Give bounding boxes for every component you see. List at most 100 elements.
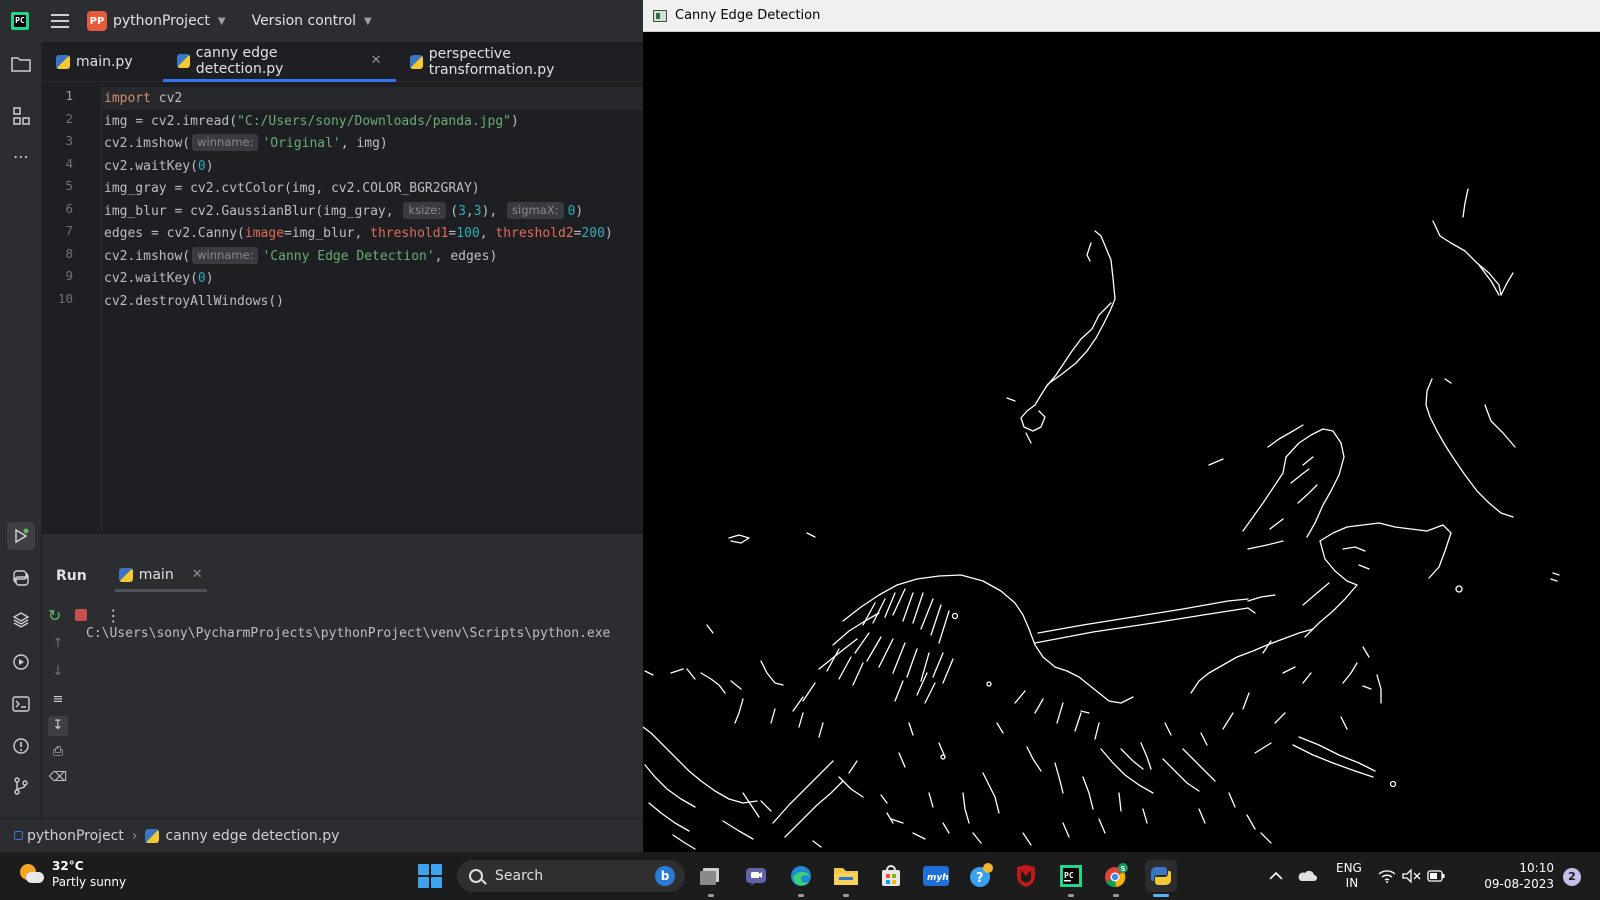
print-icon[interactable]: ⎙	[48, 742, 68, 762]
main-menu-icon[interactable]	[51, 14, 69, 28]
line-number: 3	[65, 133, 73, 148]
system-clock[interactable]: 10:10 09-08-2023	[1470, 860, 1554, 892]
file-explorer-icon[interactable]	[830, 860, 862, 897]
arrow-up-icon[interactable]: ↑	[48, 634, 68, 654]
code-line: cv2.imshow(winname: 'Original', img)	[104, 132, 388, 155]
project-name[interactable]: pythonProject	[113, 13, 210, 29]
volume-muted-icon[interactable]	[1402, 852, 1422, 900]
more-icon[interactable]: ⋮	[105, 606, 121, 625]
more-tools-icon[interactable]: ⋯	[9, 144, 33, 168]
pycharm-taskbar-icon[interactable]: PC	[1055, 860, 1087, 897]
code-editor[interactable]: 1 2 3 4 5 6 7 8 9 10 import cv2 img = cv…	[42, 83, 643, 533]
python-console-icon[interactable]	[9, 566, 33, 590]
layers-icon[interactable]	[9, 608, 33, 632]
problems-icon[interactable]	[9, 734, 33, 758]
breadcrumb-project[interactable]: pythonProject	[27, 828, 124, 844]
git-icon[interactable]	[9, 774, 33, 798]
chevron-down-icon[interactable]: ▼	[364, 16, 372, 27]
code-text: img = cv2.imread(	[104, 114, 238, 129]
current-line-highlight	[102, 87, 643, 110]
tab-perspective-transformation[interactable]: perspective transformation.py	[396, 42, 643, 82]
code-text: )	[205, 271, 214, 286]
terminal-icon[interactable]	[9, 692, 33, 716]
code-text: ),	[481, 204, 506, 219]
line-number: 2	[65, 111, 73, 126]
scroll-to-end-icon[interactable]: ↧	[48, 716, 68, 736]
console-output[interactable]: C:\Users\sony\PycharmProjects\pythonProj…	[86, 626, 610, 641]
code-text: ,	[465, 204, 474, 219]
string-literal: 'Canny Edge Detection'	[262, 249, 435, 264]
keyword-argument: image	[244, 226, 285, 241]
run-icon[interactable]	[7, 522, 35, 550]
python-app-icon[interactable]	[1145, 860, 1177, 897]
window-icon	[653, 9, 667, 22]
code-text: ,	[479, 226, 496, 241]
search-icon	[469, 869, 483, 883]
parameter-hint: winname:	[192, 134, 259, 151]
wifi-icon[interactable]	[1378, 852, 1396, 900]
code-text: cv2.imshow(	[104, 136, 191, 151]
opencv-window: Canny Edge Detection	[643, 0, 1600, 852]
ide-titlebar: PC PP pythonProject ▼ Version control ▼	[0, 0, 643, 42]
trash-icon[interactable]: ⌫	[48, 768, 68, 788]
onedrive-icon[interactable]	[1297, 852, 1317, 900]
breadcrumb-separator-icon: ›	[131, 827, 138, 844]
close-icon[interactable]: ✕	[192, 567, 203, 582]
code-text: edges = cv2.Canny(	[104, 226, 245, 241]
python-file-icon	[56, 55, 70, 69]
line-number: 1	[65, 88, 73, 103]
taskbar: 32°C Partly sunny Search b myh ? PC S EN…	[0, 852, 1600, 900]
show-hidden-icons[interactable]	[1268, 852, 1284, 900]
breadcrumb-file[interactable]: canny edge detection.py	[165, 828, 339, 844]
code-text: (	[450, 204, 459, 219]
microsoft-store-icon[interactable]	[875, 860, 907, 892]
version-control-menu[interactable]: Version control	[252, 13, 356, 29]
line-number: 9	[65, 268, 73, 283]
code-text: )	[205, 159, 214, 174]
run-side-toolbar: ↑ ↓ ≡ ↧ ⎙ ⌫	[42, 630, 74, 819]
line-number: 6	[65, 201, 73, 216]
windows-start-icon[interactable]	[418, 864, 442, 888]
code-line: import cv2	[104, 87, 182, 110]
close-icon[interactable]: ✕	[371, 53, 382, 68]
services-icon[interactable]	[9, 650, 33, 674]
run-panel-title: Run	[56, 568, 87, 584]
battery-icon[interactable]	[1427, 852, 1445, 900]
opencv-window-title: Canny Edge Detection	[675, 8, 821, 23]
chevron-down-icon[interactable]: ▼	[218, 16, 226, 27]
taskbar-search[interactable]: Search b	[457, 860, 685, 892]
code-line: cv2.waitKey(0)	[104, 155, 214, 178]
editor-tabs: main.py canny edge detection.py ✕ perspe…	[42, 42, 643, 82]
folder-icon[interactable]	[9, 52, 33, 76]
arrow-down-icon[interactable]: ↓	[48, 662, 68, 682]
help-icon[interactable]: ?	[965, 860, 997, 892]
mcafee-icon[interactable]	[1010, 860, 1042, 892]
teams-chat-icon[interactable]	[740, 860, 772, 892]
myhp-icon[interactable]: myhp	[920, 860, 952, 892]
opencv-window-titlebar[interactable]: Canny Edge Detection	[643, 0, 1600, 32]
edge-browser-icon[interactable]	[785, 860, 817, 897]
keyword-argument: threshold2	[495, 226, 574, 241]
search-label: Search	[495, 868, 544, 884]
weather-widget[interactable]: 32°C Partly sunny	[18, 858, 126, 890]
pycharm-logo-icon[interactable]: PC	[11, 12, 29, 30]
soft-wrap-icon[interactable]: ≡	[48, 690, 68, 710]
python-file-icon	[176, 53, 190, 68]
svg-text:myhp: myhp	[927, 873, 949, 883]
rerun-icon[interactable]: ↻	[48, 606, 61, 625]
python-file-icon	[145, 828, 160, 843]
module-icon	[14, 831, 23, 840]
notification-badge[interactable]: 2	[1563, 868, 1581, 886]
structure-icon[interactable]	[9, 104, 33, 128]
tab-canny-edge-detection[interactable]: canny edge detection.py ✕	[162, 42, 396, 82]
status-bar: pythonProject › canny edge detection.py	[0, 818, 643, 852]
tab-label: main.py	[76, 54, 133, 70]
bing-icon[interactable]: b	[655, 866, 675, 886]
language-indicator[interactable]: ENG IN	[1336, 852, 1362, 900]
task-view-icon[interactable]	[695, 860, 727, 897]
project-badge[interactable]: PP	[87, 11, 107, 31]
tab-main-py[interactable]: main.py	[42, 42, 147, 82]
chrome-icon[interactable]: S	[1100, 860, 1132, 897]
stop-icon[interactable]	[75, 609, 88, 621]
run-tab-main[interactable]: main ✕	[114, 560, 207, 592]
